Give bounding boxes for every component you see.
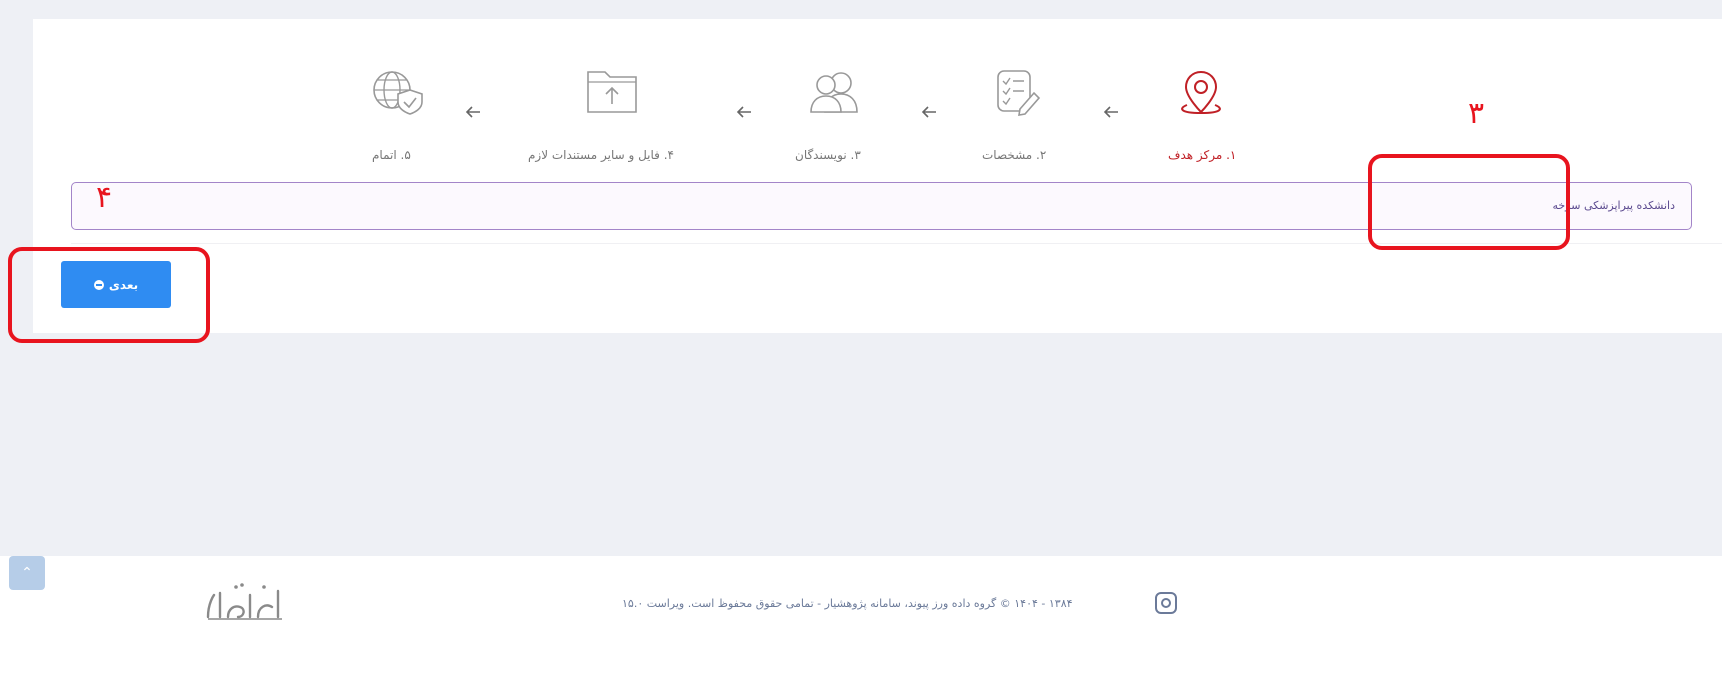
step-label: ۵. اتمام [372,148,411,162]
target-center-value: دانشکده پیراپزشکی سرخه [1552,199,1675,212]
pajooheshyar-logo [206,583,282,620]
folder-upload-icon [587,71,637,113]
annotation-label-3: ۳ [1468,96,1485,131]
arrow-left-icon [1103,106,1118,118]
arrow-left-icon [921,106,936,118]
footer-copyright: ۱۳۸۴ - ۱۴۰۴ © گروه داده ورز پیوند، سامان… [622,597,1073,610]
instagram-icon[interactable] [1155,592,1177,614]
globe-shield-icon [373,71,423,115]
scroll-top-button[interactable]: ⌃ [9,556,45,590]
arrow-left-icon [465,106,480,118]
arrow-left-icon [736,106,751,118]
step-label: ۳. نویسندگان [795,148,861,162]
chevron-up-icon: ⌃ [21,565,33,581]
annotation-highlight-target [1368,154,1570,250]
step-label: ۱. مرکز هدف [1168,148,1237,162]
step-label: ۲. مشخصات [982,148,1047,162]
map-pin-icon [1181,70,1221,115]
authors-icon [810,72,858,113]
step-label: ۴. فایل و سایر مستندات لازم [528,148,674,162]
annotation-highlight-next [8,247,210,343]
annotation-label-4: ۴ [96,180,113,215]
checklist-edit-icon [997,70,1041,116]
